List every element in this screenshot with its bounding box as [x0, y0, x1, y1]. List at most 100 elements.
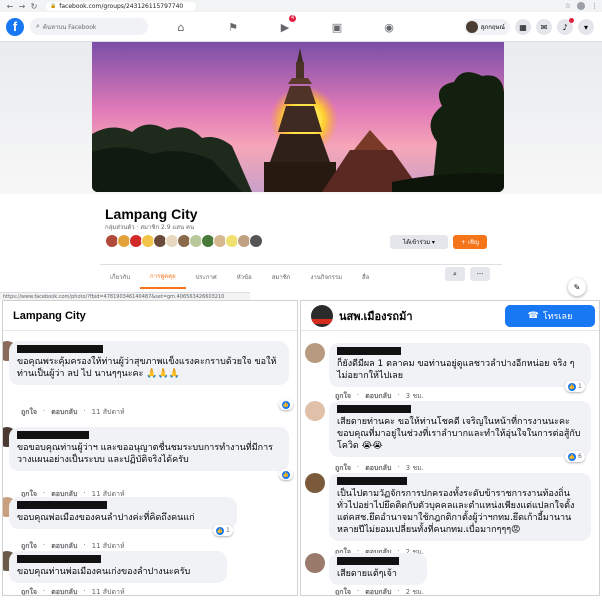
avatar[interactable] — [305, 401, 325, 421]
facebook-top-bar: f ⌕ ค้นหาบน Facebook ⌂ ⚑ ▶ 4 ▣ ◉ สุภกฤษณ… — [0, 12, 602, 42]
reaction-count[interactable]: 👍 1 — [213, 525, 233, 536]
comment-text: ก็ยังดีมีผล 1 ตลาคม ขอท่านอยู่ดูแลชาวลำป… — [337, 359, 575, 381]
avatar[interactable] — [305, 343, 325, 363]
comment-text: เป็นไปตามวัฏจักรการปกครองทั้งระดับข้าราช… — [337, 489, 575, 535]
comment-actions: ถูกใจ · ตอบกลับ · 11 สัปดาห์ — [21, 407, 125, 418]
pages-flag-icon[interactable]: ⚑ — [207, 12, 259, 42]
forward-icon[interactable]: → — [16, 0, 28, 12]
comment-bubble: เสียดายแต้ๆเจ้า — [329, 553, 427, 585]
search-icon: ⌕ — [453, 269, 457, 278]
comment-text: เสียดายท่านคะ ขอให้ท่านโชคดี เจริญในหน้า… — [337, 417, 581, 451]
reaction-number: 1 — [226, 527, 230, 534]
joined-button[interactable]: ได้เข้าร่วม ▾ — [390, 235, 448, 249]
more-options-button[interactable]: ··· — [470, 267, 490, 281]
search-input[interactable]: ⌕ ค้นหาบน Facebook — [30, 18, 148, 35]
notification-dot — [569, 18, 574, 23]
reply-link[interactable]: ตอบกลับ — [365, 587, 391, 595]
search-group-button[interactable]: ⌕ — [445, 267, 465, 281]
like-link[interactable]: ถูกใจ — [335, 587, 351, 595]
comment-bubble: ขอขอบคุณท่านผู้ว่าฯ และขออนุญาตชื่นชมระบ… — [9, 427, 289, 471]
reaction-number: 6 — [578, 453, 582, 460]
tab-events[interactable]: งานกิจกรรม — [300, 265, 352, 289]
reaction-count[interactable]: 👍 — [279, 399, 293, 410]
left-panel-header: Lampang City — [3, 301, 297, 331]
browser-toolbar: ← → ↻ 🔒 facebook.com/groups/243126115797… — [0, 0, 602, 12]
tab-discussion[interactable]: การพูดคุย — [140, 265, 186, 289]
like-icon: 👍 — [282, 400, 290, 409]
avatar[interactable] — [305, 473, 325, 493]
menu-grid-icon[interactable]: ▦ — [515, 19, 531, 35]
comment-bubble: ขอบคุณท่านพ่อเมืองคนเก่งของลำปางนะครับ — [9, 551, 227, 583]
home-icon[interactable]: ⌂ — [155, 12, 207, 42]
tab-announcements[interactable]: ประกาศ — [186, 265, 227, 289]
page-avatar[interactable] — [311, 304, 333, 327]
comment-bubble: เสียดายท่านคะ ขอให้ท่านโชคดี เจริญในหน้า… — [329, 401, 591, 457]
tab-about[interactable]: เกี่ยวกับ — [100, 265, 140, 289]
temple-sunset-illustration — [92, 42, 504, 192]
comment-text: ขอขอบคุณท่านผู้ว่าฯ และขออนุญาตชื่นชมระบ… — [17, 443, 273, 465]
marketplace-icon[interactable]: ▣ — [311, 12, 363, 42]
tab-media[interactable]: สื่อ — [352, 265, 379, 289]
cover-photo[interactable] — [92, 42, 504, 192]
comment-time: 11 สัปดาห์ — [91, 588, 125, 596]
address-bar[interactable]: 🔒 facebook.com/groups/243126115797740 — [46, 1, 196, 11]
comment-bubble: ขอคุณพระคุ้มครองให้ท่านผู้ว่าสุขภาพแข็งแ… — [9, 341, 289, 385]
reaction-number: 1 — [578, 383, 582, 390]
profile-name: สุภกฤษณ์ — [480, 24, 505, 31]
reaction-count[interactable]: 👍 — [279, 469, 293, 480]
main-nav: ⌂ ⚑ ▶ 4 ▣ ◉ — [155, 12, 415, 42]
comment-text: ขอบคุณท่านพ่อเมืองคนเก่งของลำปางนะครับ — [17, 567, 191, 577]
account-dropdown-icon[interactable]: ▾ — [578, 19, 594, 35]
avatar[interactable] — [305, 553, 325, 573]
left-comments-panel: Lampang City ขอคุณพระคุ้มครองให้ท่านผู้ว… — [2, 300, 298, 596]
redacted-name — [17, 431, 89, 439]
comment-text: เสียดายแต้ๆเจ้า — [337, 569, 397, 579]
redacted-name — [337, 557, 399, 565]
reaction-count[interactable]: 👍 6 — [565, 451, 585, 462]
star-icon[interactable]: ☆ — [565, 2, 571, 10]
comment-text: ขอบคุณพ่อเมืองของคนลำปางค่ะที่คิดถึงคนแก… — [17, 513, 195, 523]
like-link[interactable]: ถูกใจ — [21, 407, 37, 418]
group-privacy-members: กลุ่มส่วนตัว · สมาชิก 2.9 แสน คน — [105, 224, 195, 231]
account-controls: สุภกฤษณ์ ▦ ✉ ♪ ▾ — [463, 12, 594, 42]
like-icon: 👍 — [216, 526, 224, 535]
comment-actions: ถูกใจ · ตอบกลับ · 11 สัปดาห์ — [21, 587, 125, 596]
browser-profile-icon[interactable] — [577, 2, 585, 10]
groups-icon[interactable]: ◉ — [363, 12, 415, 42]
tab-members[interactable]: สมาชิก — [262, 265, 301, 289]
comment-time: 11 สัปดาห์ — [91, 408, 125, 416]
comment-bubble: เป็นไปตามวัฏจักรการปกครองทั้งระดับข้าราช… — [329, 473, 591, 541]
reload-icon[interactable]: ↻ — [28, 0, 40, 12]
search-placeholder: ค้นหาบน Facebook — [42, 23, 97, 31]
group-tabs: เกี่ยวกับ การพูดคุย ประกาศ หัวข้อ สมาชิก… — [100, 264, 502, 289]
url-text: facebook.com/groups/243126115797740 — [59, 2, 184, 10]
call-label: โทรเลย — [542, 312, 573, 322]
member-avatars[interactable] — [105, 234, 263, 248]
link-status-bar: https://www.facebook.com/photo/?fbid=478… — [0, 292, 250, 300]
tab-topics[interactable]: หัวข้อ — [227, 265, 262, 289]
browser-menu-icon[interactable]: ⋮ — [591, 2, 598, 10]
right-panel-title[interactable]: นสพ.เมืองรถม้า — [339, 307, 413, 325]
group-title[interactable]: Lampang City — [105, 206, 198, 222]
group-header: Lampang City กลุ่มส่วนตัว · สมาชิก 2.9 แ… — [0, 42, 602, 296]
lock-icon: 🔒 — [50, 3, 57, 9]
redacted-name — [337, 405, 411, 413]
invite-button[interactable]: + เชิญ — [453, 235, 487, 249]
messenger-icon[interactable]: ✉ — [536, 19, 552, 35]
call-now-button[interactable]: ☎ โทรเลย — [505, 305, 595, 327]
like-icon: 👍 — [282, 470, 290, 479]
notification-badge: 4 — [289, 15, 297, 22]
redacted-name — [337, 347, 401, 355]
like-link[interactable]: ถูกใจ — [21, 587, 37, 595]
back-icon[interactable]: ← — [4, 0, 16, 12]
watch-icon[interactable]: ▶ 4 — [259, 12, 311, 42]
phone-icon: ☎ — [527, 311, 539, 321]
reaction-count[interactable]: 👍 1 — [565, 381, 585, 392]
comment-bubble: ก็ยังดีมีผล 1 ตลาคม ขอท่านอยู่ดูแลชาวลำป… — [329, 343, 591, 387]
notifications-bell-icon[interactable]: ♪ — [557, 18, 574, 35]
facebook-logo-icon[interactable]: f — [6, 17, 24, 36]
reply-link[interactable]: ตอบกลับ — [51, 407, 77, 418]
profile-button[interactable]: สุภกฤษณ์ — [463, 19, 510, 35]
reply-link[interactable]: ตอบกลับ — [51, 587, 77, 595]
new-message-icon[interactable]: ✎ — [568, 278, 586, 296]
